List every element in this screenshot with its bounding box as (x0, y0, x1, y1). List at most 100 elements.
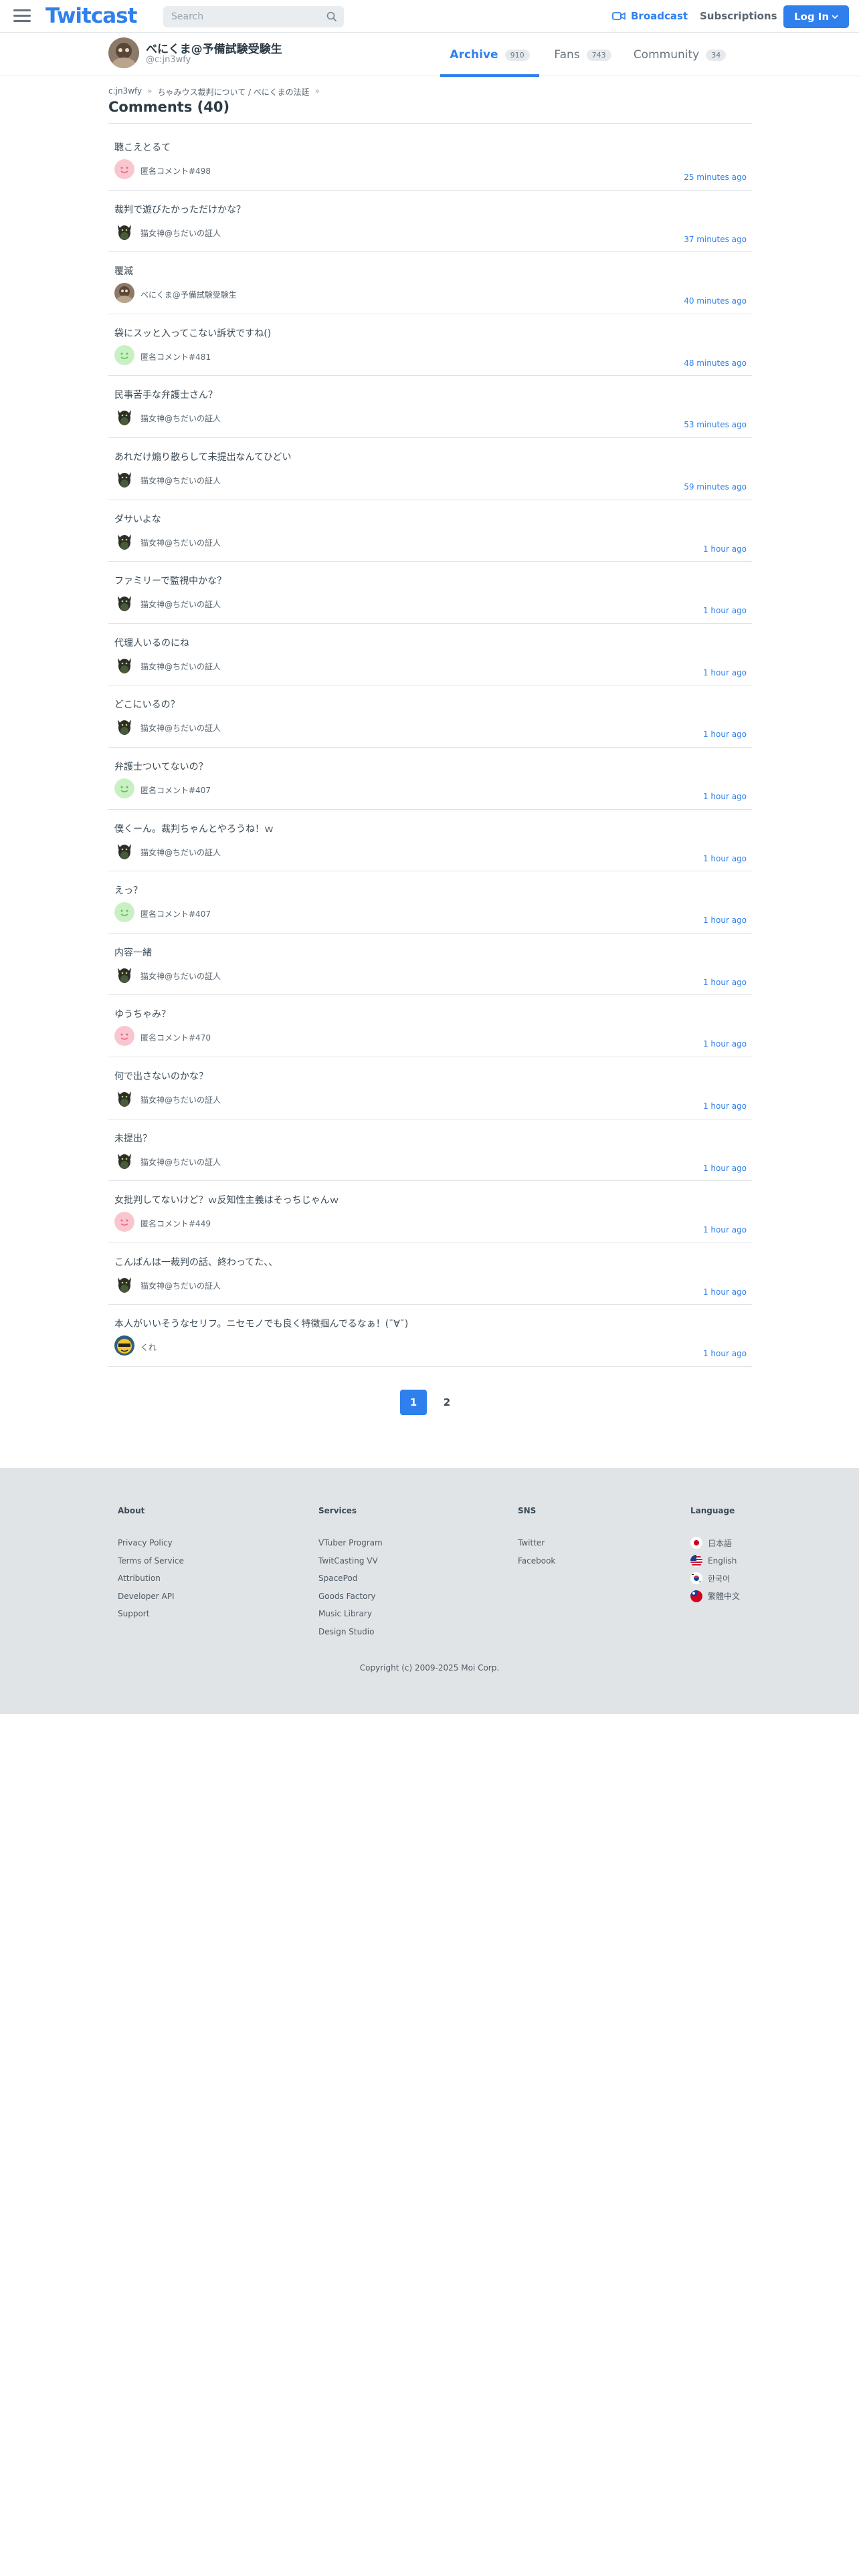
tab-label: Archive (450, 48, 498, 62)
footer-link[interactable]: Facebook (518, 1552, 555, 1570)
commenter-name[interactable]: 猫女神@ちだいの証人 (140, 661, 221, 672)
commenter-name[interactable]: 匿名コメント#449 (140, 1218, 211, 1229)
comment-timestamp[interactable]: 25 minutes ago (684, 173, 747, 182)
commenter-name[interactable]: 猫女神@ちだいの証人 (140, 413, 221, 424)
comment-timestamp[interactable]: 1 hour ago (703, 668, 747, 677)
comment-timestamp[interactable]: 59 minutes ago (684, 482, 747, 492)
footer-link[interactable]: Music Library (318, 1605, 383, 1623)
search-icon[interactable] (326, 11, 337, 22)
comment-timestamp[interactable]: 1 hour ago (703, 1349, 747, 1358)
footer-link[interactable]: Design Studio (318, 1623, 383, 1641)
comment-timestamp[interactable]: 40 minutes ago (684, 296, 747, 306)
commenter-avatar[interactable] (114, 468, 134, 489)
comment-timestamp[interactable]: 48 minutes ago (684, 358, 747, 368)
footer-link[interactable]: Twitter (518, 1534, 555, 1552)
commenter-avatar[interactable] (114, 1335, 134, 1356)
commenter-name[interactable]: 猫女神@ちだいの証人 (140, 537, 221, 548)
footer-link[interactable]: Attribution (118, 1570, 184, 1588)
commenter-avatar[interactable] (114, 530, 134, 551)
language-option[interactable]: 日本語 (690, 1534, 740, 1552)
footer-link[interactable]: Support (118, 1605, 184, 1623)
commenter-name[interactable]: 猫女神@ちだいの証人 (140, 1094, 221, 1105)
commenter-name[interactable]: くれ (140, 1341, 157, 1353)
commenter-avatar[interactable] (114, 407, 134, 427)
tab-archive[interactable]: Archive 910 (440, 33, 539, 77)
commenter-name[interactable]: 匿名コメント#407 (140, 784, 211, 796)
footer-link[interactable]: TwitCasting VV (318, 1552, 383, 1570)
comment-timestamp[interactable]: 1 hour ago (703, 1039, 747, 1049)
commenter-name[interactable]: 匿名コメント#407 (140, 908, 211, 920)
comment-timestamp[interactable]: 1 hour ago (703, 1225, 747, 1235)
comment-timestamp[interactable]: 1 hour ago (703, 606, 747, 615)
commenter-avatar[interactable] (114, 593, 134, 613)
login-button[interactable]: Log In (783, 5, 849, 28)
page-button[interactable]: 2 (434, 1390, 460, 1415)
comment-timestamp[interactable]: 1 hour ago (703, 854, 747, 863)
commenter-avatar[interactable] (114, 283, 134, 304)
comment-timestamp[interactable]: 1 hour ago (703, 978, 747, 987)
commenter-name[interactable]: 匿名コメント#470 (140, 1032, 211, 1043)
footer-link[interactable]: VTuber Program (318, 1534, 383, 1552)
commenter-name[interactable]: 猫女神@ちだいの証人 (140, 227, 221, 239)
commenter-name[interactable]: 猫女神@ちだいの証人 (140, 847, 221, 858)
commenter-avatar[interactable] (114, 1026, 134, 1047)
commenter-avatar[interactable] (114, 159, 134, 179)
footer-link[interactable]: Terms of Service (118, 1552, 184, 1570)
breadcrumb-user[interactable]: c:jn3wfy (108, 86, 142, 98)
profile-bar: べにくま@予備試験受験生 @c:jn3wfy Archive 910 Fans 74… (0, 33, 859, 77)
commenter-avatar[interactable] (114, 902, 134, 923)
tab-community[interactable]: Community 34 (626, 33, 733, 76)
comment-timestamp[interactable]: 1 hour ago (703, 1164, 747, 1173)
commenter-avatar[interactable] (114, 840, 134, 861)
commenter-name[interactable]: 猫女神@ちだいの証人 (140, 722, 221, 734)
tab-fans[interactable]: Fans 743 (539, 33, 626, 76)
footer-link[interactable]: Goods Factory (318, 1588, 383, 1606)
commenter-name[interactable]: 匿名コメント#481 (140, 351, 211, 362)
broadcast-button[interactable]: Broadcast (612, 10, 688, 22)
subscriptions-link[interactable]: Subscriptions (700, 10, 777, 22)
comment-text: 本人がいいそうなセリフ。ニセモノでも良く特徴掴んでるなぁ！(¯∀¯) (114, 1319, 409, 1330)
twitcast-logo[interactable]: Twitcast (45, 4, 137, 28)
footer-link[interactable]: Developer API (118, 1588, 184, 1606)
commenter-name[interactable]: 猫女神@ちだいの証人 (140, 475, 221, 486)
commenter-name[interactable]: 猫女神@ちだいの証人 (140, 970, 221, 982)
commenter-name[interactable]: 匿名コメント#498 (140, 165, 211, 177)
comment-item: 民事苦手な弁護士さん？ 猫女神@ちだいの証人 53 minutes ago (108, 376, 752, 438)
language-option[interactable]: 繁體中文 (690, 1588, 740, 1606)
commenter-avatar[interactable] (114, 344, 134, 365)
comment-timestamp[interactable]: 1 hour ago (703, 1101, 747, 1111)
search-input[interactable] (163, 6, 317, 27)
commenter-avatar[interactable] (114, 221, 134, 241)
comment-timestamp[interactable]: 1 hour ago (703, 544, 747, 554)
comment-timestamp[interactable]: 53 minutes ago (684, 420, 747, 429)
commenter-name[interactable]: 猫女神@ちだいの証人 (140, 1156, 221, 1168)
commenter-name[interactable]: べにくま@予備試験受験生 (140, 289, 237, 300)
commenter-name[interactable]: 猫女神@ちだいの証人 (140, 1280, 221, 1291)
commenter-avatar[interactable] (114, 716, 134, 737)
footer-link[interactable]: SpacePod (318, 1570, 383, 1588)
commenter-avatar[interactable] (114, 1273, 134, 1294)
commenter-avatar[interactable] (114, 654, 134, 675)
hamburger-menu-icon[interactable] (13, 9, 31, 23)
comment-timestamp[interactable]: 1 hour ago (703, 792, 747, 801)
breadcrumb: c:jn3wfy » ちゃみウス裁判について / べにくまの法廷 » (108, 86, 320, 98)
commenter-name[interactable]: 猫女神@ちだいの証人 (140, 599, 221, 610)
page-button[interactable]: 1 (400, 1390, 427, 1415)
commenter-avatar[interactable] (114, 1212, 134, 1232)
commenter-avatar[interactable] (114, 1087, 134, 1108)
comment-text: ゆうちゃみ？ (114, 1009, 171, 1021)
profile-name[interactable]: べにくま@予備試験受験生 (146, 39, 282, 56)
footer-link[interactable]: Privacy Policy (118, 1534, 184, 1552)
profile-avatar[interactable] (108, 37, 139, 68)
usa-flag-icon (690, 1554, 702, 1567)
commenter-avatar[interactable] (114, 1150, 134, 1170)
language-option[interactable]: English (690, 1552, 740, 1570)
comment-timestamp[interactable]: 1 hour ago (703, 1287, 747, 1297)
language-option[interactable]: 한국어 (690, 1570, 740, 1588)
comment-timestamp[interactable]: 37 minutes ago (684, 235, 747, 244)
breadcrumb-movie[interactable]: ちゃみウス裁判について / べにくまの法廷 (158, 86, 310, 98)
comment-timestamp[interactable]: 1 hour ago (703, 730, 747, 739)
comment-timestamp[interactable]: 1 hour ago (703, 916, 747, 925)
commenter-avatar[interactable] (114, 964, 134, 984)
commenter-avatar[interactable] (114, 778, 134, 798)
